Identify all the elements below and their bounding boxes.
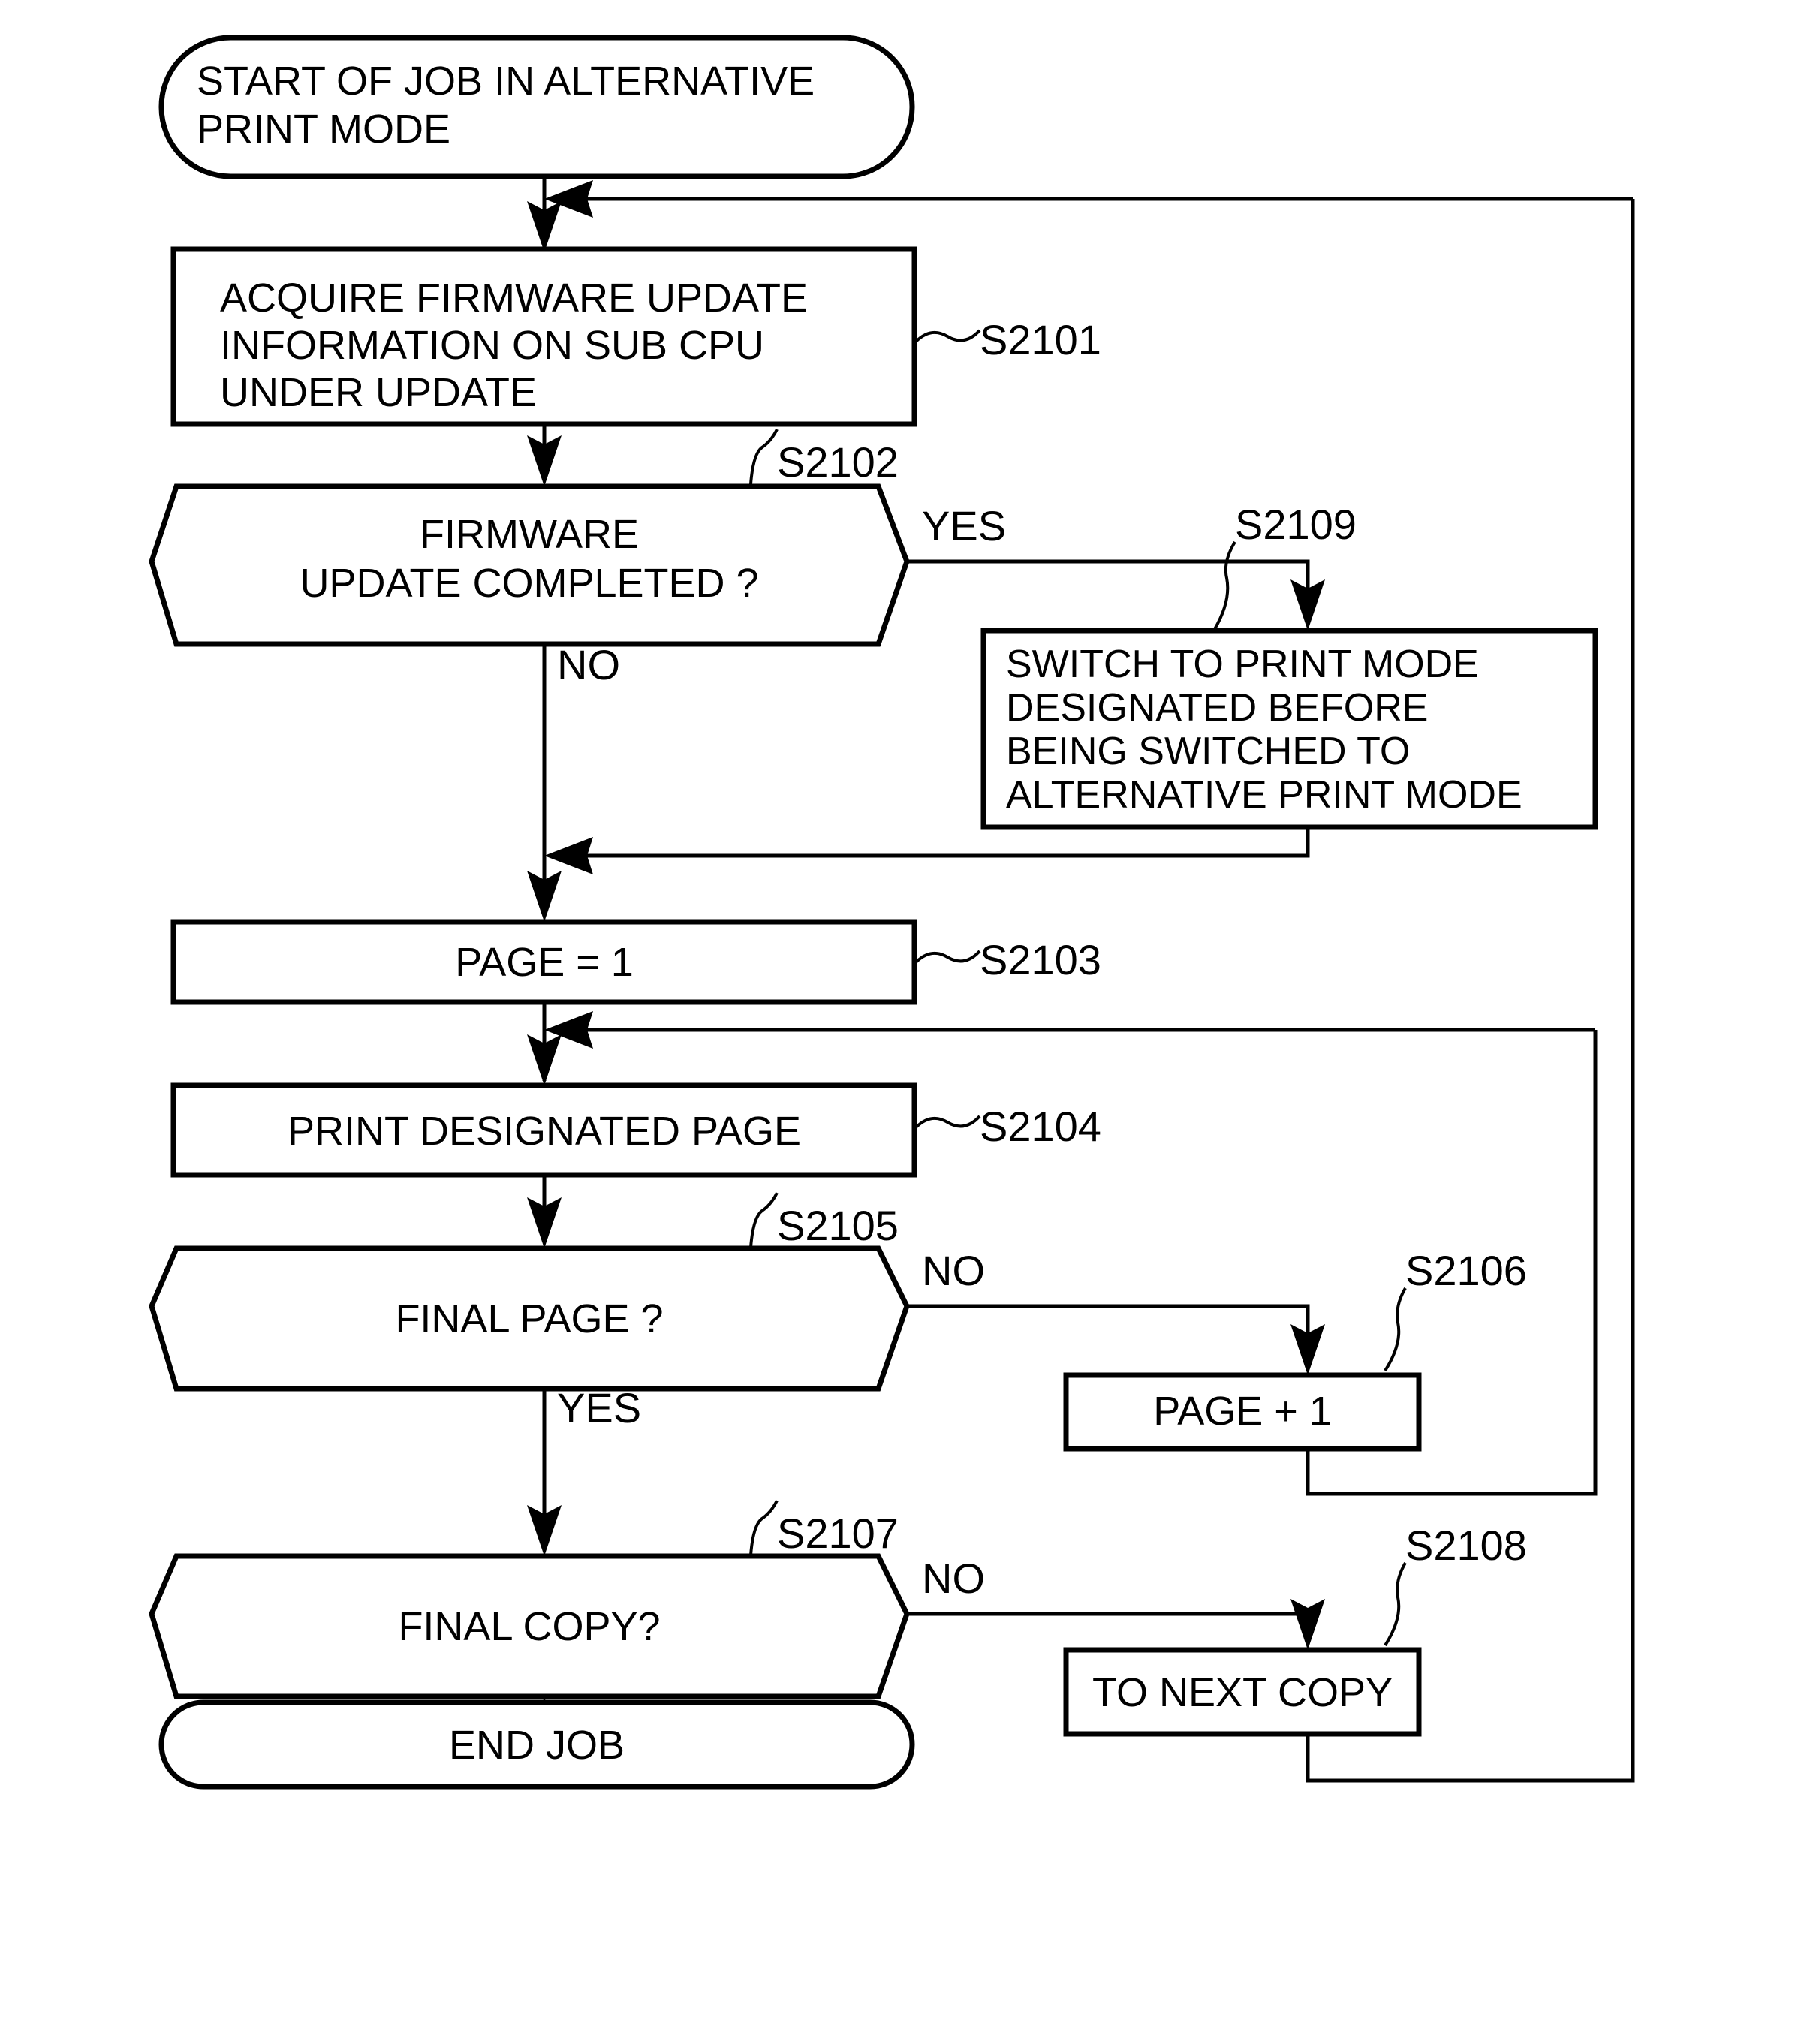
step-label-s2106: S2106 (1405, 1247, 1527, 1294)
flowchart-canvas: START OF JOB IN ALTERNATIVE PRINT MODE A… (0, 0, 1807, 2044)
step-label-s2101: S2101 (980, 316, 1101, 363)
branch-label-s2105-yes: YES (557, 1384, 641, 1431)
flowchart-svg: START OF JOB IN ALTERNATIVE PRINT MODE A… (149, 35, 1635, 1790)
node-start-line1: START OF JOB IN ALTERNATIVE (197, 59, 815, 104)
leader-s2109 (1213, 540, 1236, 631)
leader-s2106 (1384, 1287, 1407, 1372)
step-label-s2108: S2108 (1405, 1522, 1527, 1569)
branch-label-s2107-no: NO (922, 1555, 985, 1602)
node-s2108-line1: TO NEXT COPY (1092, 1670, 1393, 1715)
node-s2101-line3: UNDER UPDATE (220, 370, 537, 415)
step-label-s2103: S2103 (980, 936, 1101, 983)
node-s2101-line2: INFORMATION ON SUB CPU (220, 323, 764, 368)
arrow-into-s2108 (1290, 1599, 1325, 1650)
node-s2109-line4: ALTERNATIVE PRINT MODE (1006, 773, 1522, 817)
connector-s2102-yes-to-s2109 (907, 559, 1310, 623)
node-s2107-line1: FINAL COPY? (398, 1604, 660, 1649)
step-label-s2107: S2107 (777, 1510, 899, 1557)
leader-s2103 (914, 950, 981, 964)
node-s2102-line2: UPDATE COMPLETED ? (300, 561, 758, 606)
node-s2105-line1: FINAL PAGE ? (395, 1296, 663, 1341)
node-s2103-line1: PAGE = 1 (455, 940, 634, 985)
leader-s2105 (749, 1192, 779, 1248)
step-label-s2102: S2102 (777, 438, 899, 486)
arrow-s2109-merge (544, 837, 593, 874)
step-label-s2104: S2104 (980, 1103, 1101, 1150)
leader-s2102 (749, 429, 779, 485)
node-s2109-line3: BEING SWITCHED TO (1006, 730, 1410, 773)
step-label-s2105: S2105 (777, 1202, 899, 1249)
node-s2109-line1: SWITCH TO PRINT MODE (1006, 643, 1479, 686)
node-s2106-line1: PAGE + 1 (1153, 1389, 1332, 1434)
branch-label-s2102-yes: YES (922, 502, 1006, 549)
leader-s2108 (1384, 1561, 1407, 1647)
connector-s2105-no-to-s2106 (907, 1304, 1310, 1368)
node-s2104-line1: PRINT DESIGNATED PAGE (288, 1109, 801, 1154)
leader-s2107 (749, 1500, 779, 1556)
leader-s2104 (914, 1115, 981, 1129)
leader-s2101 (914, 329, 981, 343)
node-start-line2: PRINT MODE (197, 107, 450, 152)
node-end-line1: END JOB (449, 1723, 625, 1768)
connector-s2109-to-main (571, 827, 1310, 858)
branch-label-s2102-no: NO (557, 641, 620, 688)
node-s2109-line2: DESIGNATED BEFORE (1006, 686, 1428, 730)
node-s2102-line1: FIRMWARE (420, 512, 639, 557)
step-label-s2109: S2109 (1235, 501, 1357, 548)
node-s2101-line1: ACQUIRE FIRMWARE UPDATE (220, 275, 808, 321)
branch-label-s2105-no: NO (922, 1247, 985, 1294)
connector-s2107-no-to-s2108 (907, 1612, 1310, 1642)
